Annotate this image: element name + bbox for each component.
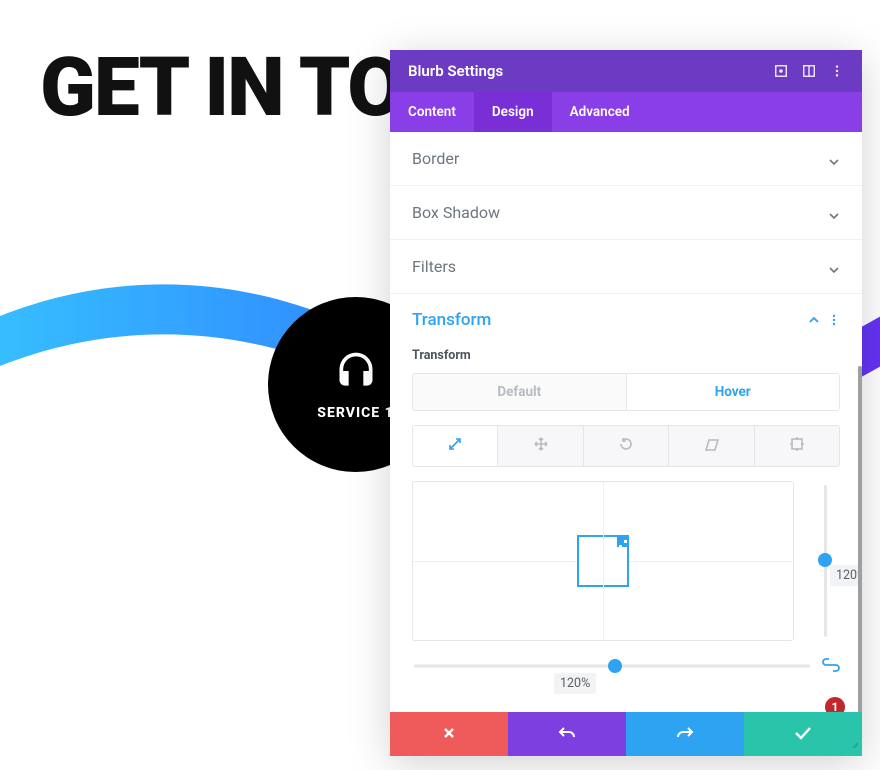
tab-advanced[interactable]: Advanced	[552, 92, 648, 132]
page-headline: GET IN TO	[40, 40, 402, 136]
transform-shape[interactable]	[577, 535, 629, 587]
close-icon	[442, 725, 456, 744]
section-border[interactable]: Border	[390, 132, 862, 186]
panel-body: Border Box Shadow Filters Transform	[390, 132, 862, 712]
tab-content[interactable]: Content	[390, 92, 474, 132]
snap-icon[interactable]	[798, 60, 820, 82]
section-box-shadow[interactable]: Box Shadow	[390, 186, 862, 240]
cancel-button[interactable]	[390, 712, 508, 756]
resize-handle-icon[interactable]	[617, 535, 629, 547]
rotate-icon	[618, 436, 634, 456]
state-toggle: Default Hover	[412, 373, 840, 411]
undo-button[interactable]	[508, 712, 626, 756]
scrollbar[interactable]	[858, 366, 862, 712]
tool-origin[interactable]	[754, 426, 839, 466]
section-label: Filters	[412, 257, 456, 276]
kebab-icon[interactable]	[828, 311, 840, 330]
settings-panel: Blurb Settings Content Design Advanced B…	[390, 50, 862, 756]
slider-knob[interactable]	[608, 659, 622, 673]
kebab-icon[interactable]	[826, 60, 848, 82]
panel-titlebar[interactable]: Blurb Settings	[390, 50, 862, 92]
panel-footer	[390, 712, 862, 756]
tool-rotate[interactable]	[583, 426, 668, 466]
check-icon	[794, 725, 812, 744]
origin-icon	[789, 436, 805, 456]
transform-canvas[interactable]	[412, 481, 794, 641]
link-icon[interactable]	[822, 657, 840, 676]
section-label: Border	[412, 149, 459, 168]
tool-skew[interactable]	[668, 426, 753, 466]
tab-design[interactable]: Design	[474, 92, 552, 132]
tool-translate[interactable]	[497, 426, 582, 466]
annotation-marker-1: 1	[825, 697, 845, 712]
scale-x-value[interactable]: 120%	[554, 673, 596, 694]
save-button[interactable]	[744, 712, 862, 756]
chevron-up-icon[interactable]	[808, 311, 820, 330]
service-label: SERVICE 1	[317, 405, 393, 421]
headphones-icon	[334, 349, 378, 393]
scale-y-slider[interactable]: 120%	[810, 481, 840, 641]
panel-title: Blurb Settings	[408, 62, 503, 80]
redo-icon	[676, 725, 694, 744]
chevron-down-icon	[828, 153, 840, 165]
skew-icon	[702, 437, 720, 456]
section-transform: Transform Transform Default Hover	[390, 294, 862, 681]
tool-scale[interactable]	[413, 426, 497, 466]
section-label[interactable]: Transform	[412, 310, 808, 330]
undo-icon	[558, 725, 576, 744]
state-hover[interactable]: Hover	[626, 374, 840, 410]
section-label: Box Shadow	[412, 203, 500, 222]
chevron-down-icon	[828, 261, 840, 273]
expand-icon[interactable]	[770, 60, 792, 82]
scale-icon	[447, 436, 463, 456]
move-icon	[533, 436, 549, 456]
transform-sublabel: Transform	[412, 348, 840, 363]
redo-button[interactable]	[626, 712, 744, 756]
transform-tool-tabs	[412, 425, 840, 467]
tab-bar: Content Design Advanced	[390, 92, 862, 132]
scale-x-slider[interactable]	[412, 659, 812, 673]
state-default[interactable]: Default	[413, 374, 626, 410]
section-filters[interactable]: Filters	[390, 240, 862, 294]
drag-handle-icon[interactable]	[846, 733, 858, 752]
chevron-down-icon	[828, 207, 840, 219]
